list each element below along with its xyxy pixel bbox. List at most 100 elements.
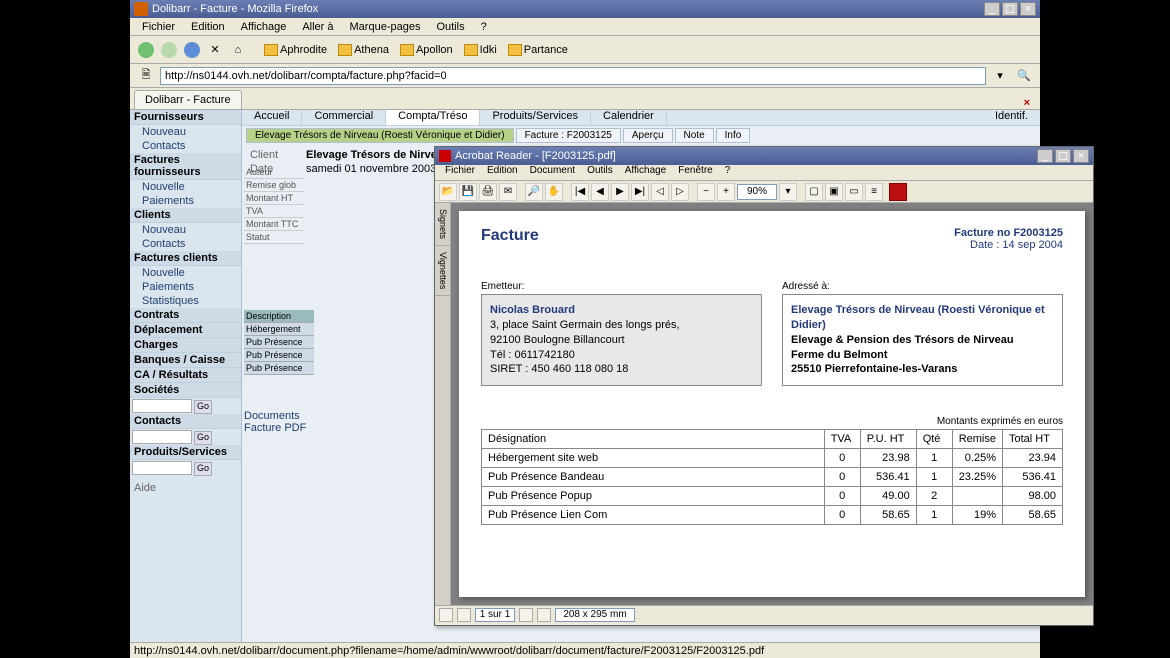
nav-produits[interactable]: Produits/Services <box>480 110 591 125</box>
mail-icon[interactable]: ✉ <box>499 183 517 201</box>
side-group-ffourn[interactable]: Factures fournisseurs <box>130 153 241 180</box>
subtab-note[interactable]: Note <box>675 128 714 143</box>
side-thumbnails[interactable]: Vignettes <box>435 246 450 296</box>
side-item[interactable]: Nouvelle <box>130 180 241 194</box>
print-icon[interactable]: 🖨 <box>479 183 497 201</box>
side-item[interactable]: Contacts <box>130 139 241 153</box>
single-page-icon[interactable] <box>439 608 453 622</box>
bookmark-aphrodite[interactable]: Aphrodite <box>260 44 331 56</box>
line-tab[interactable]: Hébergement <box>244 323 314 336</box>
subtab-info[interactable]: Info <box>716 128 751 143</box>
nav-accueil[interactable]: Accueil <box>242 110 302 125</box>
zoom-in-icon[interactable]: + <box>717 183 735 201</box>
pdf-close[interactable]: × <box>1073 149 1089 163</box>
zoom-drop-icon[interactable]: ▾ <box>779 183 797 201</box>
subtab-facture[interactable]: Facture : F2003125 <box>516 128 621 143</box>
line-tab[interactable]: Pub Présence <box>244 349 314 362</box>
zoom-out-icon[interactable]: − <box>697 183 715 201</box>
side-group-charges[interactable]: Charges <box>130 338 241 353</box>
reload-button[interactable] <box>182 40 202 60</box>
menu-view[interactable]: Affichage <box>233 21 295 33</box>
nav-commercial[interactable]: Commercial <box>302 110 386 125</box>
nav-identif[interactable]: Identif. <box>983 110 1040 125</box>
pdf-window[interactable]: Acrobat Reader - [F2003125.pdf] _ ☐ × Fi… <box>434 146 1094 626</box>
maximize-button[interactable]: ☐ <box>1002 2 1018 16</box>
menu-edit[interactable]: Edition <box>183 21 233 33</box>
fit-width-icon[interactable]: ▭ <box>845 183 863 201</box>
subtab-apercu[interactable]: Aperçu <box>623 128 673 143</box>
facing-icon[interactable] <box>519 608 533 622</box>
side-group-fournisseurs[interactable]: Fournisseurs <box>130 110 241 125</box>
reflow-icon[interactable]: ≡ <box>865 183 883 201</box>
pdf-menu-view[interactable]: Affichage <box>619 165 673 180</box>
subtab-client[interactable]: Elevage Trésors de Nirveau (Roesti Véron… <box>246 128 514 143</box>
tab-close-icon[interactable]: × <box>1018 97 1036 109</box>
search-icon[interactable]: 🔎 <box>525 183 543 201</box>
menu-file[interactable]: Fichier <box>134 21 183 33</box>
continuous-facing-icon[interactable] <box>537 608 551 622</box>
bookmark-athena[interactable]: Athena <box>334 44 393 56</box>
side-item[interactable]: Paiements <box>130 280 241 294</box>
next-page-icon[interactable]: ▶ <box>611 183 629 201</box>
pdf-minimize[interactable]: _ <box>1037 149 1053 163</box>
side-group-fclients[interactable]: Factures clients <box>130 251 241 266</box>
line-tab[interactable]: Description <box>244 310 314 323</box>
back-icon[interactable]: ◁ <box>651 183 669 201</box>
url-input[interactable] <box>160 67 986 85</box>
bookmark-partance[interactable]: Partance <box>504 44 572 56</box>
side-item[interactable]: Nouveau <box>130 125 241 139</box>
pdf-viewport[interactable]: Facture Facture no F2003125 Date : 14 se… <box>451 203 1093 605</box>
prev-page-icon[interactable]: ◀ <box>591 183 609 201</box>
pdf-maximize[interactable]: ☐ <box>1055 149 1071 163</box>
actual-size-icon[interactable]: ▢ <box>805 183 823 201</box>
side-item[interactable]: Contacts <box>130 237 241 251</box>
home-button[interactable]: ⌂ <box>228 40 248 60</box>
continuous-icon[interactable] <box>457 608 471 622</box>
browser-tab[interactable]: Dolibarr - Facture <box>134 90 242 109</box>
pdf-menu-tools[interactable]: Outils <box>581 165 619 180</box>
back-button[interactable] <box>136 40 156 60</box>
menu-tools[interactable]: Outils <box>428 21 472 33</box>
search-products-input[interactable] <box>132 461 192 475</box>
forward-button[interactable] <box>159 40 179 60</box>
page-indicator[interactable] <box>475 608 515 622</box>
search-products-go[interactable]: Go <box>194 462 212 476</box>
close-button[interactable]: × <box>1020 2 1036 16</box>
side-item[interactable]: Statistiques <box>130 294 241 308</box>
minimize-button[interactable]: _ <box>984 2 1000 16</box>
side-group-banques[interactable]: Banques / Caisse <box>130 353 241 368</box>
pdf-menu-window[interactable]: Fenêtre <box>672 165 718 180</box>
open-icon[interactable]: 📂 <box>439 183 457 201</box>
menu-bookmarks[interactable]: Marque-pages <box>342 21 429 33</box>
search-societes-input[interactable] <box>132 399 192 413</box>
aide-link[interactable]: Aide <box>130 476 241 500</box>
nav-calendrier[interactable]: Calendrier <box>591 110 667 125</box>
side-item[interactable]: Nouveau <box>130 223 241 237</box>
search-contacts-input[interactable] <box>132 430 192 444</box>
first-page-icon[interactable]: |◀ <box>571 183 589 201</box>
pdf-menu-help[interactable]: ? <box>719 165 737 180</box>
search-societes-go[interactable]: Go <box>194 400 212 414</box>
zoom-input[interactable] <box>737 184 777 200</box>
side-group-ca[interactable]: CA / Résultats <box>130 368 241 383</box>
search-contacts-go[interactable]: Go <box>194 431 212 445</box>
line-tab[interactable]: Pub Présence <box>244 362 314 375</box>
search-button[interactable]: 🔍 <box>1014 66 1034 86</box>
menu-help[interactable]: ? <box>473 21 495 33</box>
side-group-deplacement[interactable]: Déplacement <box>130 323 241 338</box>
side-item[interactable]: Paiements <box>130 194 241 208</box>
line-tab[interactable]: Pub Présence <box>244 336 314 349</box>
pdf-menu-edit[interactable]: Edition <box>481 165 524 180</box>
hand-icon[interactable]: ✋ <box>545 183 563 201</box>
bookmark-idki[interactable]: Idki <box>460 44 501 56</box>
pdf-titlebar[interactable]: Acrobat Reader - [F2003125.pdf] _ ☐ × <box>435 147 1093 165</box>
last-page-icon[interactable]: ▶| <box>631 183 649 201</box>
pdf-menu-file[interactable]: Fichier <box>439 165 481 180</box>
fit-page-icon[interactable]: ▣ <box>825 183 843 201</box>
fwd-icon[interactable]: ▷ <box>671 183 689 201</box>
pdf-link[interactable]: Facture PDF <box>244 422 306 434</box>
save-icon[interactable]: 💾 <box>459 183 477 201</box>
menu-go[interactable]: Aller à <box>294 21 341 33</box>
bookmark-apollon[interactable]: Apollon <box>396 44 457 56</box>
side-group-contrats[interactable]: Contrats <box>130 308 241 323</box>
